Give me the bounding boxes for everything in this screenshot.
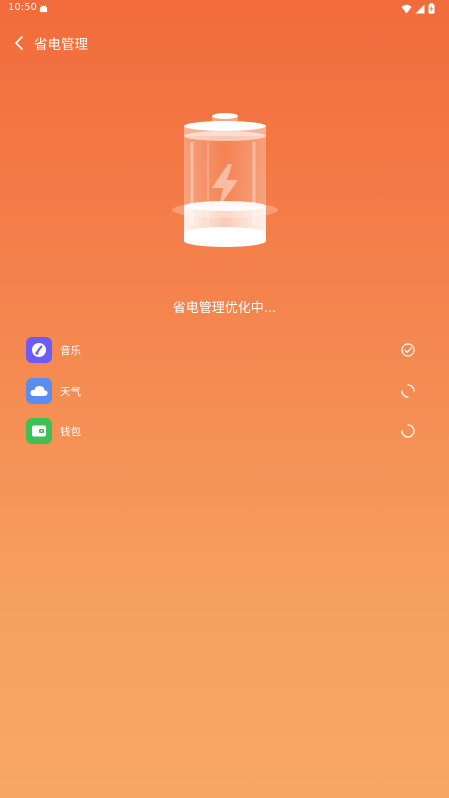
music-icon [26,337,52,363]
app-name-weather: 天气 [60,385,81,398]
optimizing-status-text: 省电管理优化中... [172,301,277,316]
battery-charging-icon [172,113,278,247]
status-bar: 10:50 [0,0,449,18]
app-list: 音乐 天气 钱包 [26,337,420,459]
battery-charging-icon [428,3,435,14]
spinner-icon [401,383,415,398]
spinner-icon [401,424,415,438]
wifi-icon [401,4,412,13]
list-item-wallet[interactable]: 钱包 [26,418,420,444]
cloud-icon [26,377,52,404]
page-title: 省电管理 [34,37,88,53]
check-circle-icon [401,343,415,357]
list-item-music[interactable]: 音乐 [26,337,420,363]
status-icons [401,3,435,14]
top-bar: 省电管理 [0,30,449,56]
android-icon [39,5,48,13]
power-saving-screen: 10:50 省电管理 省电管理优化中... 音乐 天气 钱包 [0,0,449,798]
wallet-icon [26,418,52,444]
signal-icon [415,4,425,13]
status-time: 10:50 [8,2,37,13]
app-name-wallet: 钱包 [60,426,81,438]
list-item-weather[interactable]: 天气 [26,377,420,404]
chevron-left-icon[interactable] [12,32,30,54]
app-name-music: 音乐 [60,345,81,357]
